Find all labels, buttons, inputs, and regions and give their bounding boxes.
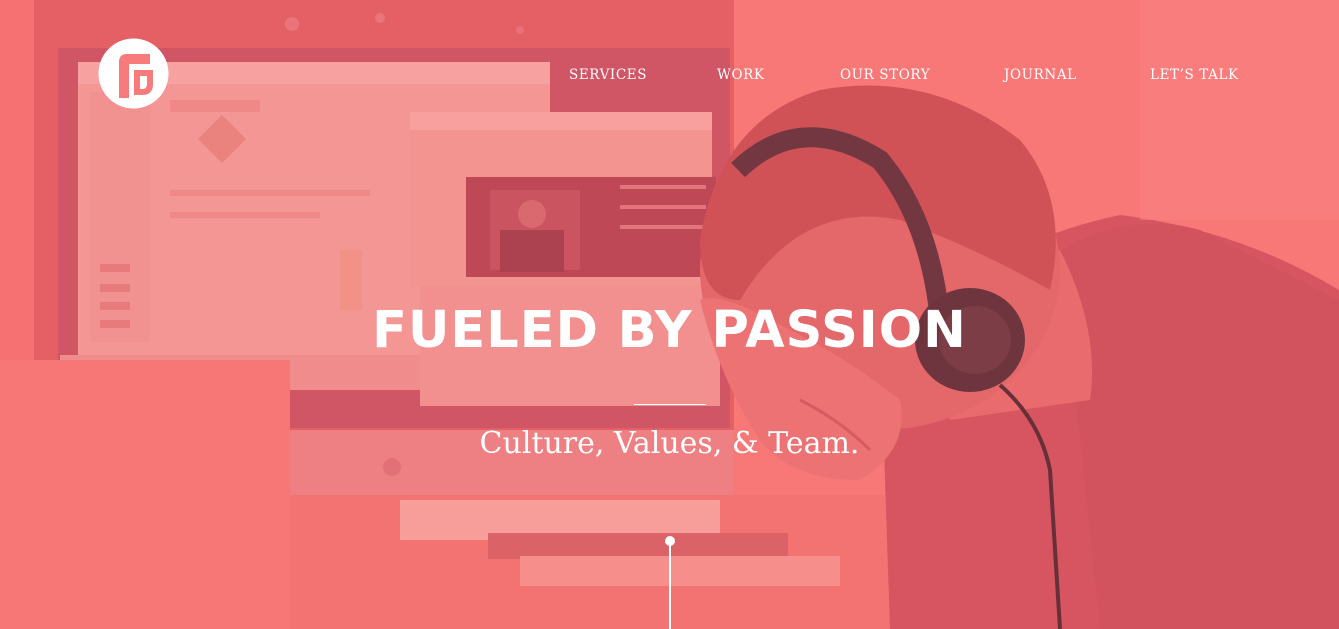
- hero-subtitle: Culture, Values, & Team.: [479, 426, 860, 461]
- main-navigation: SERVICES WORK OUR STORY JOURNAL LET’S TA…: [0, 67, 1339, 87]
- nav-our-story-link[interactable]: OUR STORY: [840, 67, 930, 83]
- headline-divider: [634, 404, 706, 405]
- hero-section: SERVICES WORK OUR STORY JOURNAL LET’S TA…: [0, 0, 1339, 629]
- nav-work-link[interactable]: WORK: [717, 67, 765, 83]
- nav-services-link[interactable]: SERVICES: [569, 67, 647, 83]
- hero-headline: FUELED BY PASSION: [372, 301, 967, 360]
- nav-lets-talk-link[interactable]: LET’S TALK: [1150, 67, 1239, 83]
- scroll-down-indicator-line[interactable]: [669, 544, 671, 629]
- nav-journal-link[interactable]: JOURNAL: [1004, 67, 1077, 83]
